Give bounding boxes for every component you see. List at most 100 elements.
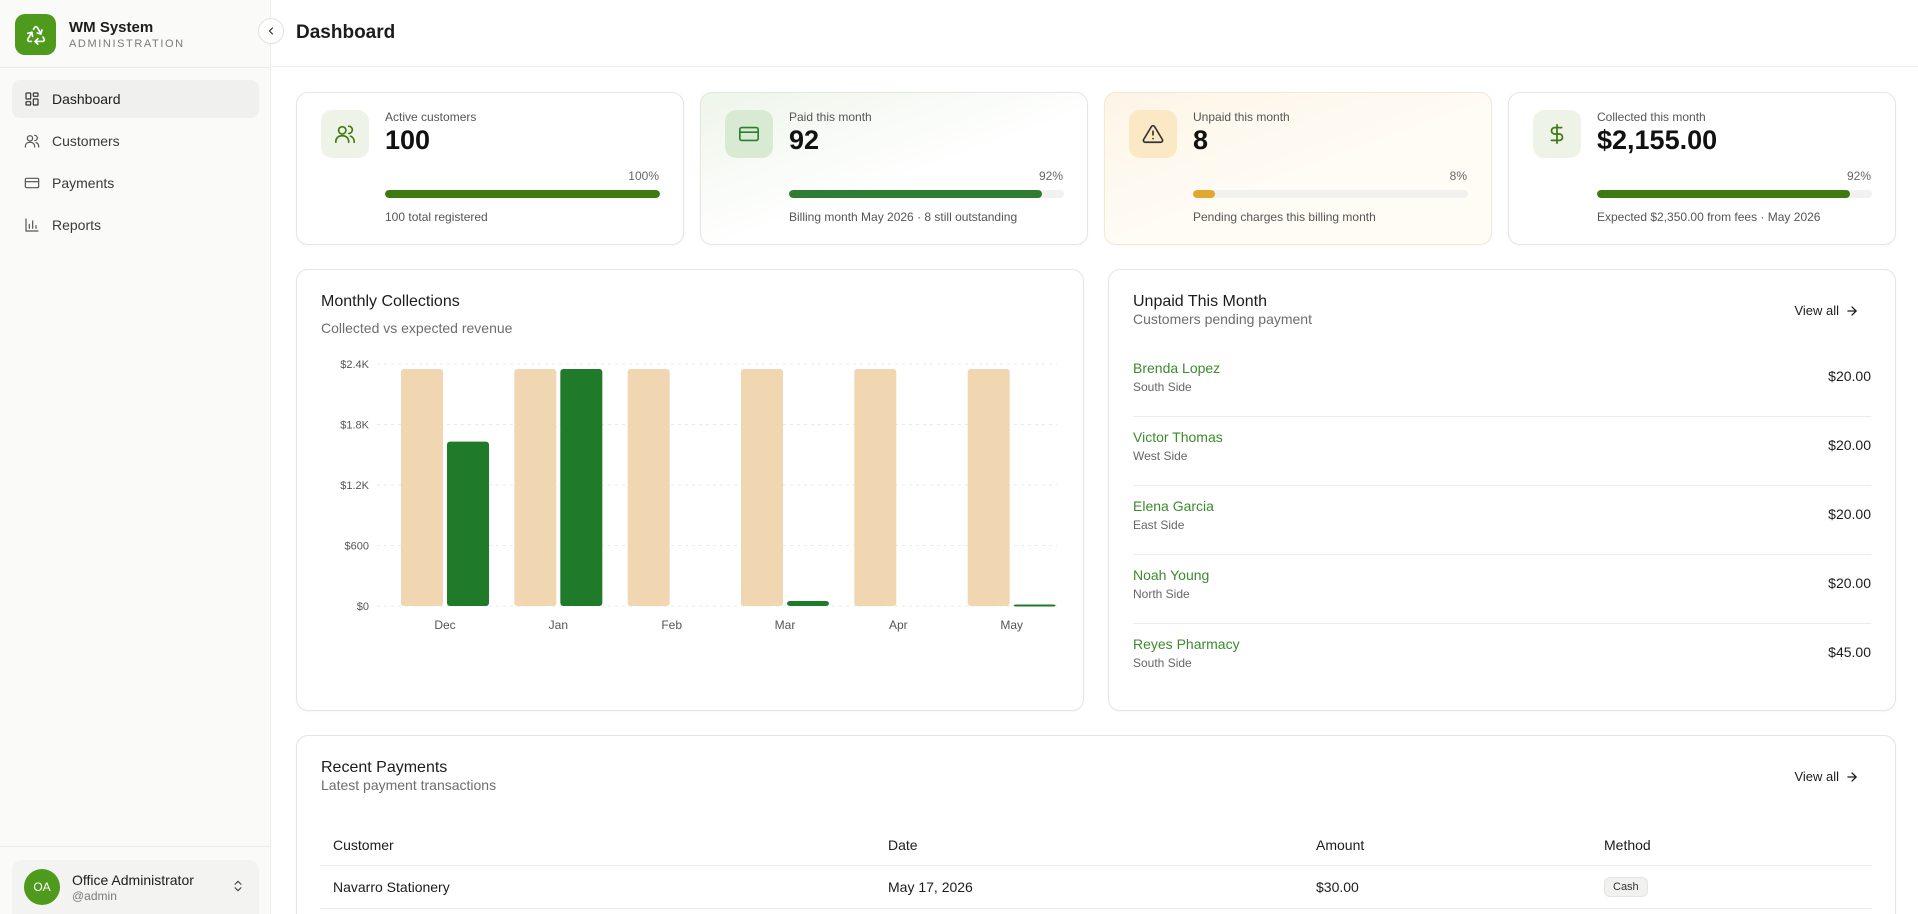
credit-card-icon xyxy=(725,110,773,158)
stat-percent: 92% xyxy=(1038,169,1063,183)
customer-area: West Side xyxy=(1133,449,1188,463)
user-handle: @admin xyxy=(72,888,117,903)
stat-label: Paid this month xyxy=(789,110,872,124)
method-badge: Cash xyxy=(1604,877,1648,897)
stat-label: Unpaid this month xyxy=(1193,110,1290,124)
view-all-payments-button[interactable]: View all xyxy=(1794,769,1859,784)
arrow-right-icon xyxy=(1847,305,1857,316)
bar-expected xyxy=(741,369,783,606)
x-tick-label: Mar xyxy=(775,618,796,632)
list-item[interactable]: Elena Garcia East Side $20.00 xyxy=(1133,486,1871,555)
customer-name-link[interactable]: Reyes Pharmacy xyxy=(1133,636,1240,652)
sidebar-item-payments[interactable]: Payments xyxy=(12,164,259,202)
x-tick-label: May xyxy=(1000,618,1023,632)
list-item[interactable]: Reyes Pharmacy South Side $45.00 xyxy=(1133,624,1871,693)
stat-card-active-customers: Active customers 100 100% 100 total regi… xyxy=(296,92,684,245)
panel-title: Monthly Collections xyxy=(321,293,460,310)
sidebar-item-customers[interactable]: Customers xyxy=(12,122,259,160)
bar-expected xyxy=(401,369,443,606)
sidebar-item-label: Dashboard xyxy=(52,91,121,107)
customer-name-link[interactable]: Victor Thomas xyxy=(1133,429,1223,445)
view-all-label: View all xyxy=(1794,303,1839,318)
customer-area: South Side xyxy=(1133,656,1192,670)
view-all-unpaid-button[interactable]: View all xyxy=(1794,303,1859,318)
y-tick-label: $2.4K xyxy=(340,359,369,371)
stat-card-paid: Paid this month 92 92% Billing month May… xyxy=(700,92,1088,245)
x-tick-label: Apr xyxy=(889,618,908,632)
chevron-left-icon xyxy=(268,27,274,35)
column-header-method[interactable]: Method xyxy=(1604,837,1651,853)
stat-card-unpaid: Unpaid this month 8 8% Pending charges t… xyxy=(1104,92,1492,245)
top-header: Dashboard xyxy=(272,0,1918,67)
dollar-icon xyxy=(1533,110,1581,158)
amount-due: $45.00 xyxy=(1828,644,1871,660)
amount-due: $20.00 xyxy=(1828,437,1871,453)
bar-collected xyxy=(787,600,829,606)
bar-chart-icon xyxy=(25,218,39,232)
stat-label: Collected this month xyxy=(1597,110,1706,124)
table-header: Customer Date Amount Method xyxy=(321,824,1871,866)
sidebar-item-label: Customers xyxy=(52,133,120,149)
stat-footer: Pending charges this billing month xyxy=(1193,210,1376,224)
customer-name-link[interactable]: Brenda Lopez xyxy=(1133,360,1220,376)
stat-footer: 100 total registered xyxy=(385,210,488,224)
sidebar-item-reports[interactable]: Reports xyxy=(12,206,259,244)
x-tick-label: Jan xyxy=(549,618,568,632)
app-subtitle: ADMINISTRATION xyxy=(69,37,185,50)
y-tick-label: $0 xyxy=(357,601,369,613)
progress-fill xyxy=(1193,190,1215,198)
column-header-customer[interactable]: Customer xyxy=(333,837,394,853)
panel-title: Unpaid This Month xyxy=(1133,293,1267,310)
amount-due: $20.00 xyxy=(1828,368,1871,384)
stat-value: 100 xyxy=(385,125,431,155)
bar-expected xyxy=(514,369,557,606)
x-tick-label: Dec xyxy=(434,618,455,632)
progress-track xyxy=(385,190,660,198)
stat-value: 8 xyxy=(1193,125,1209,155)
customer-area: East Side xyxy=(1133,518,1185,532)
bar-expected xyxy=(627,369,670,606)
list-item[interactable]: Brenda Lopez South Side $20.00 xyxy=(1133,348,1871,417)
list-item[interactable]: Noah Young North Side $20.00 xyxy=(1133,555,1871,624)
progress-track xyxy=(1193,190,1468,198)
warning-triangle-icon xyxy=(1129,110,1177,158)
user-menu[interactable]: OA Office Administrator @admin xyxy=(12,860,259,914)
avatar: OA xyxy=(24,869,60,905)
customer-area: North Side xyxy=(1133,587,1190,601)
y-tick-label: $1.8K xyxy=(340,420,369,432)
bar-expected xyxy=(967,369,1010,606)
sidebar-item-label: Payments xyxy=(52,175,115,191)
bar-collected xyxy=(560,369,603,606)
customer-name-link[interactable]: Noah Young xyxy=(1133,567,1209,583)
column-header-date[interactable]: Date xyxy=(888,837,918,853)
stat-label: Active customers xyxy=(385,110,477,124)
progress-track xyxy=(789,190,1064,198)
y-tick-label: $1.2K xyxy=(340,480,369,492)
sidebar-footer-divider xyxy=(0,846,271,847)
list-item[interactable]: Victor Thomas West Side $20.00 xyxy=(1133,417,1871,486)
sidebar-item-dashboard[interactable]: Dashboard xyxy=(12,80,259,118)
users-icon xyxy=(321,110,369,158)
sidebar-item-label: Reports xyxy=(52,217,102,233)
bar-expected xyxy=(854,369,897,606)
bar-collected xyxy=(1013,604,1056,607)
view-all-label: View all xyxy=(1794,769,1839,784)
monthly-collections-chart: $0 $600 $1.2K $1.8K $2.4K Dec Jan Feb Mar Apr May xyxy=(340,359,1057,632)
customer-name-link[interactable]: Elena Garcia xyxy=(1133,498,1214,514)
y-tick-label: $600 xyxy=(345,541,369,553)
column-header-amount[interactable]: Amount xyxy=(1316,837,1364,853)
panel-subtitle: Customers pending payment xyxy=(1133,311,1312,327)
app-name: WM System xyxy=(69,18,154,36)
users-icon xyxy=(24,134,40,148)
stat-card-collected: Collected this month $2,155.00 92% Expec… xyxy=(1508,92,1896,245)
stat-value: 92 xyxy=(789,125,820,155)
amount-due: $20.00 xyxy=(1828,506,1871,522)
x-tick-label: Feb xyxy=(661,618,682,632)
brand: WM System ADMINISTRATION xyxy=(15,14,185,55)
table-row[interactable]: Navarro Stationery May 17, 2026 $30.00 C… xyxy=(321,867,1871,909)
stat-percent: 92% xyxy=(1846,169,1871,183)
customer-area: South Side xyxy=(1133,380,1192,394)
stat-value: $2,155.00 xyxy=(1597,125,1718,155)
sidebar-collapse-button[interactable] xyxy=(258,18,284,44)
cell-date: May 17, 2026 xyxy=(888,879,973,895)
